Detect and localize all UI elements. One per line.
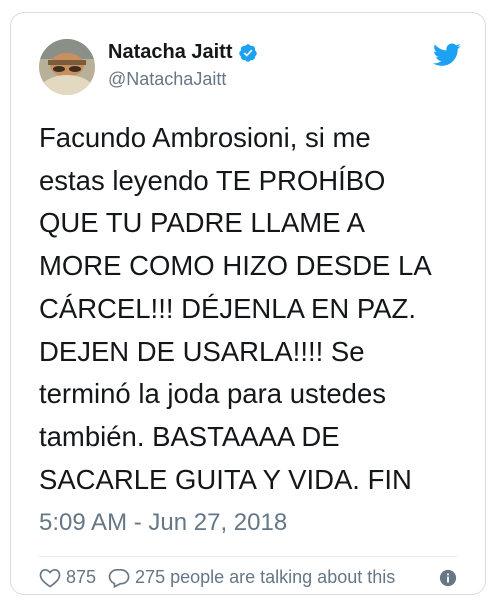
avatar[interactable] <box>39 39 95 95</box>
tweet-text: Facundo Ambrosioni, si me estas leyendo … <box>39 122 432 495</box>
speech-bubble-icon[interactable] <box>108 568 130 588</box>
divider <box>39 556 457 557</box>
author-name-row[interactable]: Natacha Jaitt <box>108 41 258 64</box>
tweet-timestamp[interactable]: 5:09 AM - Jun 27, 2018 <box>39 509 287 537</box>
tweet-card: Natacha Jaitt @NatachaJaitt Facundo Ambr… <box>10 12 486 595</box>
tweet-footer: 875 275 people are talking about this <box>39 567 457 588</box>
verified-badge-icon <box>238 43 257 62</box>
twitter-bird-icon[interactable] <box>433 43 461 67</box>
avatar-image <box>39 39 95 95</box>
author-name[interactable]: Natacha Jaitt <box>108 41 233 64</box>
author-handle[interactable]: @NatachaJaitt <box>108 69 226 90</box>
heart-icon[interactable] <box>39 568 61 588</box>
talking-text[interactable]: 275 people are talking about this <box>135 567 395 588</box>
info-icon[interactable] <box>439 569 457 587</box>
like-count[interactable]: 875 <box>66 567 96 588</box>
